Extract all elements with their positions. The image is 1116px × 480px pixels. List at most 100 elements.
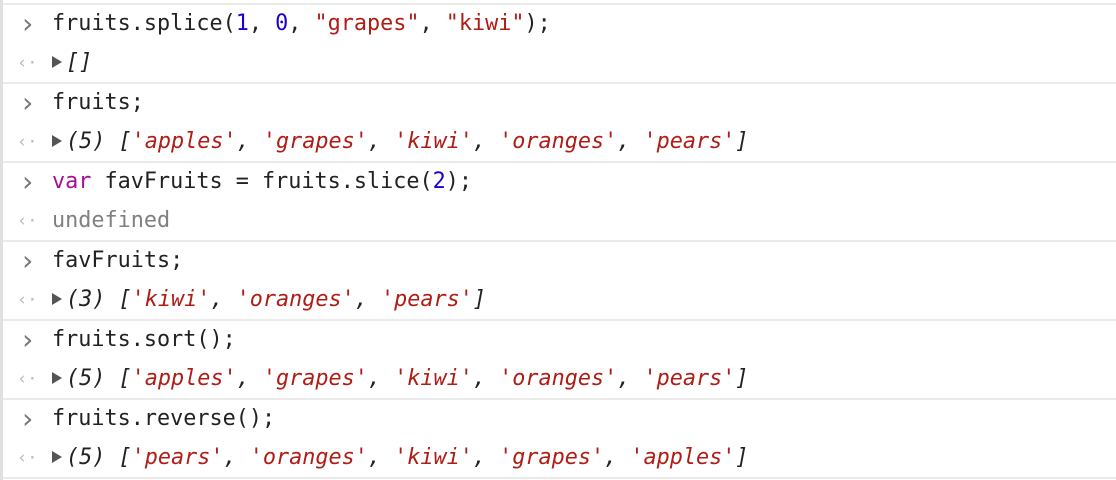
return-arrow-icon: ‹· (17, 131, 38, 152)
result-token-out: , (472, 128, 500, 154)
chevron-right-icon: › (19, 402, 36, 435)
result-token-out: [] (66, 49, 93, 75)
result-token-out: , (472, 365, 500, 391)
console-input-line: › fruits.sort(); (3, 321, 1116, 360)
code-token-t: , (248, 11, 276, 36)
console-result-line: ‹· undefined (3, 202, 1116, 241)
result-token-out: , (617, 365, 644, 391)
code-token-t: fruits; (52, 90, 144, 115)
console-entry: › favFruits; ‹· (3) ['kiwi', 'oranges', 'pe… (3, 242, 1116, 321)
result-token-out: , (354, 286, 381, 312)
result-token-ostr: 'oranges' (236, 286, 355, 312)
code-token-num: 0 (275, 11, 289, 36)
input-code[interactable]: fruits.sort(); (52, 321, 236, 360)
console-result-line: ‹· [] (3, 44, 1116, 83)
input-code[interactable]: var favFruits = fruits.slice(2); (52, 163, 472, 202)
input-code[interactable]: fruits.splice(1, 0, "grapes", "kiwi"); (52, 5, 551, 44)
result-token-ostr: 'pears' (643, 365, 736, 391)
result-token-ostr: 'grapes' (499, 444, 605, 470)
return-arrow-icon: ‹· (17, 210, 38, 231)
result-token-ostr: 'grapes' (262, 128, 368, 154)
result-token-out: , (210, 286, 237, 312)
chevron-right-icon: › (19, 165, 36, 198)
code-token-str: "kiwi" (445, 11, 525, 36)
result-token-out: , (617, 128, 644, 154)
code-token-kw: var (52, 169, 92, 194)
code-token-t: fruits.splice( (52, 11, 236, 36)
code-token-num: 1 (235, 11, 249, 36)
result-token-ostr: 'kiwi' (394, 365, 473, 391)
result-token-out: , (367, 444, 395, 470)
return-arrow-icon: ‹· (17, 447, 38, 468)
console-result-line: ‹· (5) ['apples', 'grapes', 'kiwi', 'oran… (3, 360, 1116, 399)
return-arrow-icon: ‹· (17, 368, 38, 389)
input-code[interactable]: fruits; (52, 84, 144, 123)
code-token-t: favFruits; (52, 248, 184, 273)
result-token-out: (5) [ (66, 444, 132, 470)
console-entry: › var favFruits = fruits.slice(2); ‹· undef… (3, 163, 1116, 242)
console-entry: › fruits.reverse(); ‹· (5) ['pears', 'orang… (3, 400, 1116, 479)
code-token-t: ); (445, 169, 472, 194)
expand-triangle-icon[interactable] (52, 55, 62, 68)
chevron-right-icon: › (19, 244, 36, 277)
result-token-out: , (236, 365, 263, 391)
console-entry: › fruits.splice(1, 0, "grapes", "kiwi"); ‹… (3, 5, 1116, 84)
console-messages: › fruits.splice(1, 0, "grapes", "kiwi"); ‹… (3, 3, 1116, 479)
console-entry: › fruits.sort(); ‹· (5) ['apples', 'grapes'… (3, 321, 1116, 400)
input-code[interactable]: favFruits; (52, 242, 183, 281)
code-token-num: 2 (432, 169, 446, 194)
expand-triangle-icon[interactable] (52, 134, 62, 147)
result-token-ostr: 'pears' (643, 128, 736, 154)
expand-triangle-icon[interactable] (52, 450, 62, 463)
result-token-out: (3) [ (66, 286, 132, 312)
result-token-out: ] (735, 365, 749, 391)
result-token-out: , (367, 365, 395, 391)
result-token-out: (5) [ (66, 128, 132, 154)
result-token-ostr: 'oranges' (499, 365, 618, 391)
console-result-line: ‹· (3) ['kiwi', 'oranges', 'pears'] (3, 281, 1116, 320)
result-value[interactable]: (3) ['kiwi', 'oranges', 'pears'] (52, 281, 486, 320)
result-value[interactable]: (5) ['apples', 'grapes', 'kiwi', 'orange… (52, 360, 748, 399)
console-entry: › fruits; ‹· (5) ['apples', 'grapes', 'kiwi… (3, 84, 1116, 163)
result-token-out: , (367, 128, 395, 154)
result-token-ostr: 'apples' (131, 365, 237, 391)
result-token-ostr: 'kiwi' (394, 444, 473, 470)
result-token-ostr: 'kiwi' (131, 286, 211, 312)
code-token-t: favFruits = fruits.slice( (91, 169, 433, 194)
console-input-line: › fruits; (3, 84, 1116, 123)
result-token-ostr: 'oranges' (499, 128, 618, 154)
result-token-out: ] (735, 444, 749, 470)
console-result-line: ‹· (5) ['apples', 'grapes', 'kiwi', 'oran… (3, 123, 1116, 162)
result-token-ostr: 'kiwi' (394, 128, 473, 154)
result-token-ostr: 'apples' (630, 444, 736, 470)
result-value[interactable]: (5) ['pears', 'oranges', 'kiwi', 'grapes… (52, 439, 748, 478)
code-token-t: , (288, 11, 315, 36)
result-token-ostr: 'oranges' (249, 444, 368, 470)
console-input-line: › var favFruits = fruits.slice(2); (3, 163, 1116, 202)
chevron-right-icon: › (19, 323, 36, 356)
result-token-out: , (223, 444, 250, 470)
result-token-out: , (236, 128, 263, 154)
return-arrow-icon: ‹· (17, 52, 38, 73)
expand-triangle-icon[interactable] (52, 292, 62, 305)
result-token-undef: undefined (52, 207, 171, 233)
result-token-out: ] (735, 128, 749, 154)
chevron-right-icon: › (19, 7, 36, 40)
result-token-ostr: 'pears' (131, 444, 224, 470)
result-token-ostr: 'grapes' (262, 365, 368, 391)
code-token-t: fruits.sort(); (52, 327, 236, 352)
result-value: undefined (52, 202, 170, 241)
code-token-t: , (419, 11, 446, 36)
input-code[interactable]: fruits.reverse(); (52, 400, 275, 439)
code-token-t: fruits.reverse(); (52, 406, 276, 431)
code-token-t: ); (524, 11, 551, 36)
result-token-out: , (604, 444, 631, 470)
result-value[interactable]: (5) ['apples', 'grapes', 'kiwi', 'orange… (52, 123, 748, 162)
console-input-line: › favFruits; (3, 242, 1116, 281)
console-input-line: › fruits.reverse(); (3, 400, 1116, 439)
expand-triangle-icon[interactable] (52, 371, 62, 384)
result-value[interactable]: [] (52, 44, 92, 83)
chevron-right-icon: › (19, 86, 36, 119)
console-input-line: › fruits.splice(1, 0, "grapes", "kiwi"); (3, 5, 1116, 44)
result-token-out: , (472, 444, 500, 470)
